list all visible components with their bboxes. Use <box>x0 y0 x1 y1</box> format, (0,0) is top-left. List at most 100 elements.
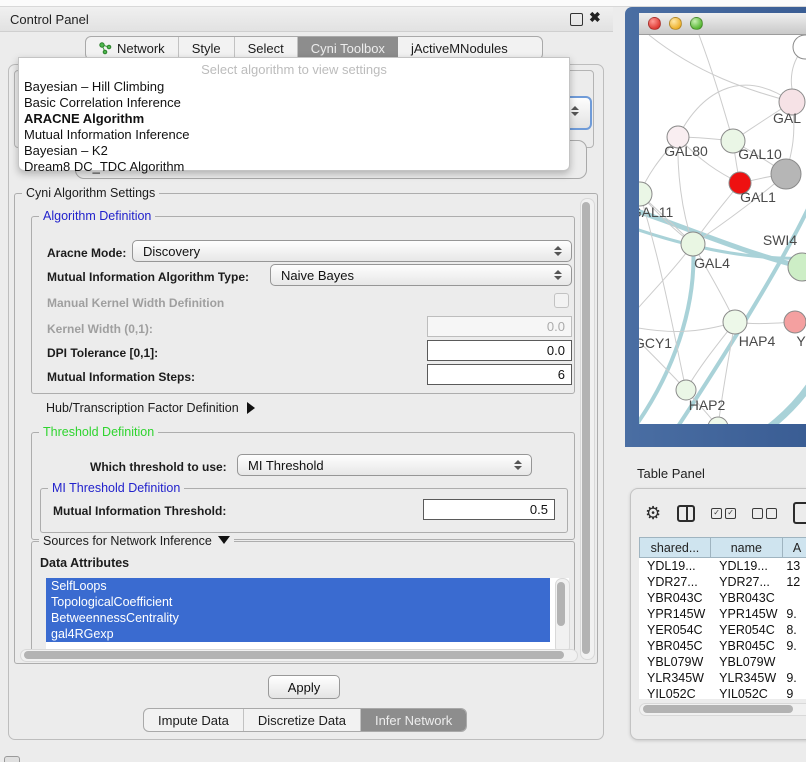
combo-arrows-icon <box>553 246 562 256</box>
scrollbar-thumb[interactable] <box>557 582 565 626</box>
table-row[interactable]: YIL052CYIL052C9 <box>639 686 806 699</box>
table-cell: 8. <box>783 622 806 638</box>
network-node-y[interactable] <box>784 311 806 333</box>
network-node-gal11[interactable] <box>639 182 652 206</box>
table-panel-title: Table Panel <box>637 466 705 481</box>
attribute-item[interactable]: BetweennessCentrality <box>46 610 550 626</box>
table-row[interactable]: YDL19...YDL19...13 <box>639 558 806 574</box>
table-cell: 9. <box>783 670 806 686</box>
aracne-mode-label: Aracne Mode: <box>47 246 126 260</box>
network-canvas[interactable]: GALGAL80GAL10GAL1GAL11SWI4GAL4HAP4YGCY1H… <box>639 35 806 424</box>
select-all-icon[interactable]: ✓✓ <box>711 508 736 519</box>
aracne-mode-combo[interactable]: Discovery <box>132 240 572 262</box>
node-label: Y <box>796 333 806 349</box>
table-cell <box>783 590 806 606</box>
mi-type-combo[interactable]: Naive Bayes <box>270 264 572 286</box>
node-label: GAL11 <box>639 204 673 220</box>
attribute-item[interactable]: gal4RGexp <box>46 626 550 642</box>
cyni-settings-group: Cyni Algorithm Settings Algorithm Defini… <box>14 193 598 664</box>
tab-cyni-toolbox[interactable]: Cyni Toolbox <box>298 37 398 59</box>
algorithm-option[interactable]: Bayesian – Hill Climbing <box>19 79 569 95</box>
attribute-item[interactable]: SelfLoops <box>46 578 550 594</box>
close-panel-icon[interactable]: ✖ <box>589 9 601 26</box>
bottom-tab-impute-data[interactable]: Impute Data <box>144 709 244 731</box>
top-strip <box>0 0 806 7</box>
tab-style[interactable]: Style <box>179 37 235 59</box>
apply-button[interactable]: Apply <box>268 675 340 699</box>
tab-select[interactable]: Select <box>235 37 298 59</box>
table-body: YDL19...YDL19...13YDR27...YDR27...12YBR0… <box>639 558 806 699</box>
network-node-gal4[interactable] <box>681 232 705 256</box>
gear-icon[interactable]: ⚙ <box>645 504 661 522</box>
mi-steps-field[interactable]: 6 <box>427 364 572 385</box>
table-cell: YBR045C <box>711 638 783 654</box>
scrollbar-thumb[interactable] <box>643 705 793 713</box>
cyni-settings-title: Cyni Algorithm Settings <box>22 186 159 200</box>
scrollbar-thumb[interactable] <box>582 202 590 654</box>
table-row[interactable]: YBR045CYBR045C9. <box>639 638 806 654</box>
table-row[interactable]: YDR27...YDR27...12 <box>639 574 806 590</box>
algorithm-option[interactable]: ARACNE Algorithm <box>19 111 569 127</box>
table-row[interactable]: YPR145WYPR145W9. <box>639 606 806 622</box>
column-header-A[interactable]: A <box>783 537 806 558</box>
bottom-tab-infer-network[interactable]: Infer Network <box>361 709 466 731</box>
tab-network[interactable]: Network <box>86 37 179 59</box>
attributes-vscrollbar[interactable] <box>555 578 570 654</box>
split-columns-icon[interactable] <box>677 505 695 522</box>
threshold-definition-title: Threshold Definition <box>39 425 158 439</box>
mi-threshold-title: MI Threshold Definition <box>48 481 184 495</box>
algorithm-definition-group: Algorithm Definition Aracne Mode: Discov… <box>31 216 575 394</box>
tab-jactivemnodules[interactable]: jActiveMNodules <box>398 37 521 59</box>
table-cell <box>783 654 806 670</box>
panel-grip-icon[interactable] <box>4 756 20 762</box>
data-attributes-list[interactable]: SelfLoopsTopologicalCoefficientBetweenne… <box>46 578 569 652</box>
new-table-icon[interactable] <box>793 502 806 524</box>
table-row[interactable]: YBR043CYBR043C <box>639 590 806 606</box>
kernel-width-field[interactable]: 0.0 <box>427 316 572 337</box>
table-cell: 9 <box>783 686 806 699</box>
table-row[interactable]: YER054CYER054C8. <box>639 622 806 638</box>
algorithm-option[interactable]: Mutual Information Inference <box>19 127 569 143</box>
network-node[interactable] <box>771 159 801 189</box>
network-node-hap4[interactable] <box>723 310 747 334</box>
close-window-icon[interactable] <box>648 17 661 30</box>
table-cell: YDR27... <box>711 574 783 590</box>
table-hscrollbar[interactable] <box>639 703 806 716</box>
tab-label: Cyni Toolbox <box>311 41 385 56</box>
algorithm-popup: Select algorithm to view settings Bayesi… <box>18 57 570 171</box>
zoom-window-icon[interactable] <box>690 17 703 30</box>
algorithm-option[interactable]: Basic Correlation Inference <box>19 95 569 111</box>
mi-threshold-field[interactable]: 0.5 <box>423 499 555 520</box>
bottom-tab-discretize-data[interactable]: Discretize Data <box>244 709 361 731</box>
collapse-down-icon <box>218 536 230 544</box>
scrollbar-thumb[interactable] <box>24 651 564 659</box>
hub-definition-toggle[interactable]: Hub/Transcription Factor Definition <box>46 401 255 415</box>
sources-title[interactable]: Sources for Network Inference <box>39 534 234 548</box>
float-window-icon[interactable] <box>570 13 583 26</box>
manual-kernel-checkbox[interactable] <box>554 293 569 308</box>
minimize-window-icon[interactable] <box>669 17 682 30</box>
table-row[interactable]: YLR345WYLR345W9. <box>639 670 806 686</box>
column-header-shared...[interactable]: shared... <box>639 537 711 558</box>
control-panel-title: Control Panel <box>10 12 89 27</box>
attribute-item[interactable]: TopologicalCoefficient <box>46 594 550 610</box>
algorithm-popup-list: Bayesian – Hill ClimbingBasic Correlatio… <box>19 79 569 175</box>
table-cell: YIL052C <box>639 686 711 699</box>
algorithm-option[interactable]: Bayesian – K2 <box>19 143 569 159</box>
table-cell: YBL079W <box>711 654 783 670</box>
dpi-tolerance-field[interactable]: 0.0 <box>427 340 572 361</box>
settings-hscrollbar[interactable] <box>20 649 578 662</box>
tab-label: Style <box>192 41 221 56</box>
table-row[interactable]: YBL079WYBL079W <box>639 654 806 670</box>
algorithm-definition-title: Algorithm Definition <box>39 209 155 223</box>
settings-vscrollbar[interactable] <box>580 198 595 660</box>
which-threshold-combo[interactable]: MI Threshold <box>237 454 532 476</box>
network-node[interactable] <box>793 35 806 59</box>
network-window-titlebar[interactable] <box>639 13 806 35</box>
table-cell: YDR27... <box>639 574 711 590</box>
algorithm-option[interactable]: Dream8 DC_TDC Algorithm <box>19 159 569 175</box>
mi-threshold-group: MI Threshold Definition Mutual Informati… <box>40 488 568 533</box>
column-header-name[interactable]: name <box>711 537 783 558</box>
deselect-all-icon[interactable] <box>752 508 777 519</box>
node-label: GAL80 <box>664 143 708 159</box>
